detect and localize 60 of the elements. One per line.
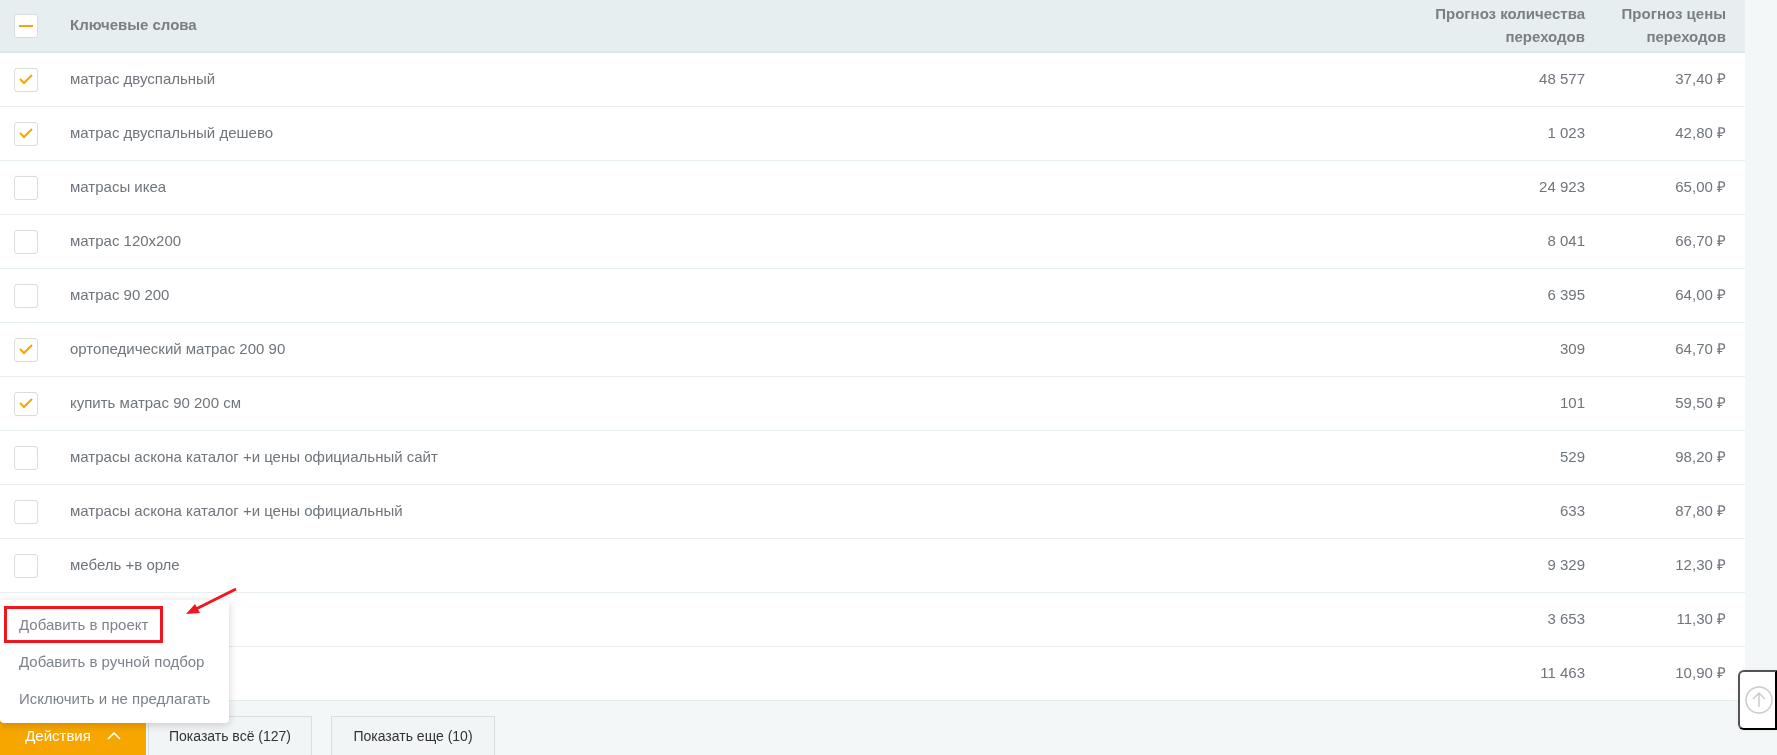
keyword-text: матрас двуспальный дешево <box>70 124 274 142</box>
checkbox[interactable] <box>14 391 38 416</box>
clicks-value: 1 023 <box>1547 124 1585 142</box>
clicks-value: 529 <box>1559 448 1585 466</box>
keyword-text: матрасы аскона каталог +и цены официальный <box>70 502 403 520</box>
checkbox[interactable] <box>14 283 38 308</box>
checkbox[interactable] <box>14 121 38 146</box>
keyword-text: ортопедический матрас 200 90 <box>70 340 286 358</box>
price-value: 37,40 ₽ <box>1675 70 1726 88</box>
check-icon <box>19 128 33 139</box>
show-button[interactable]: Показать еще (10) <box>331 716 495 755</box>
checkbox[interactable] <box>14 499 38 524</box>
keyword-text: матрас 120х200 <box>70 232 182 250</box>
price-value: 65,00 ₽ <box>1675 178 1726 196</box>
clicks-value: 48 577 <box>1539 70 1585 88</box>
column-header: Ключевые слова <box>70 16 197 34</box>
checkbox[interactable] <box>14 553 38 578</box>
check-icon <box>19 344 33 355</box>
checkbox[interactable] <box>14 445 38 470</box>
menu-item[interactable]: Добавить в проект <box>4 606 164 643</box>
clicks-value: 309 <box>1559 340 1585 358</box>
keyword-text: купить матрас 90 200 см <box>70 394 241 412</box>
clicks-value: 11 463 <box>1540 664 1585 682</box>
keyword-text: мебель +в орле <box>70 556 180 574</box>
clicks-value: 633 <box>1559 502 1585 520</box>
price-value: 64,70 ₽ <box>1675 340 1726 358</box>
price-value: 11,30 ₽ <box>1676 610 1726 628</box>
price-value: 12,30 ₽ <box>1675 556 1726 574</box>
keyword-text: матрасы аскона каталог +и цены официальный сайт <box>70 448 438 466</box>
check-icon <box>19 74 33 85</box>
price-value: 64,00 ₽ <box>1675 286 1726 304</box>
caret-up-icon <box>106 732 121 740</box>
keyword-text: матрас 90 200 <box>70 286 170 304</box>
checkbox[interactable] <box>14 175 38 200</box>
price-value: 98,20 ₽ <box>1675 448 1726 466</box>
show-button[interactable]: Показать всё (127) <box>148 716 312 755</box>
price-value: 66,70 ₽ <box>1675 232 1726 250</box>
column-header: Прогноз количества переходов <box>1434 4 1585 47</box>
annotation-arrow <box>186 587 238 617</box>
keyword-text: матрасы икеа <box>70 178 167 196</box>
clicks-value: 24 923 <box>1539 178 1585 196</box>
menu-item[interactable]: Добавить в ручной подбор <box>4 643 220 680</box>
price-value: 42,80 ₽ <box>1675 124 1726 142</box>
keyword-text: матрас двуспальный <box>70 70 216 88</box>
clicks-value: 6 395 <box>1547 286 1585 304</box>
check-icon <box>19 398 33 409</box>
checkbox[interactable] <box>14 229 38 254</box>
scroll-top-button[interactable] <box>1738 670 1777 730</box>
price-value: 10,90 ₽ <box>1675 664 1726 682</box>
price-value: 59,50 ₽ <box>1675 394 1726 412</box>
checkbox[interactable] <box>14 67 38 92</box>
clicks-value: 101 <box>1559 394 1585 412</box>
checkbox[interactable] <box>14 13 38 38</box>
clicks-value: 8 041 <box>1547 232 1585 250</box>
price-value: 87,80 ₽ <box>1675 502 1726 520</box>
clicks-value: 3 653 <box>1547 610 1585 628</box>
checkbox[interactable] <box>14 337 38 362</box>
clicks-value: 9 329 <box>1547 556 1585 574</box>
column-header: Прогноз цены переходов <box>1620 4 1726 47</box>
menu-item[interactable]: Исключить и не предлагать <box>4 680 226 717</box>
